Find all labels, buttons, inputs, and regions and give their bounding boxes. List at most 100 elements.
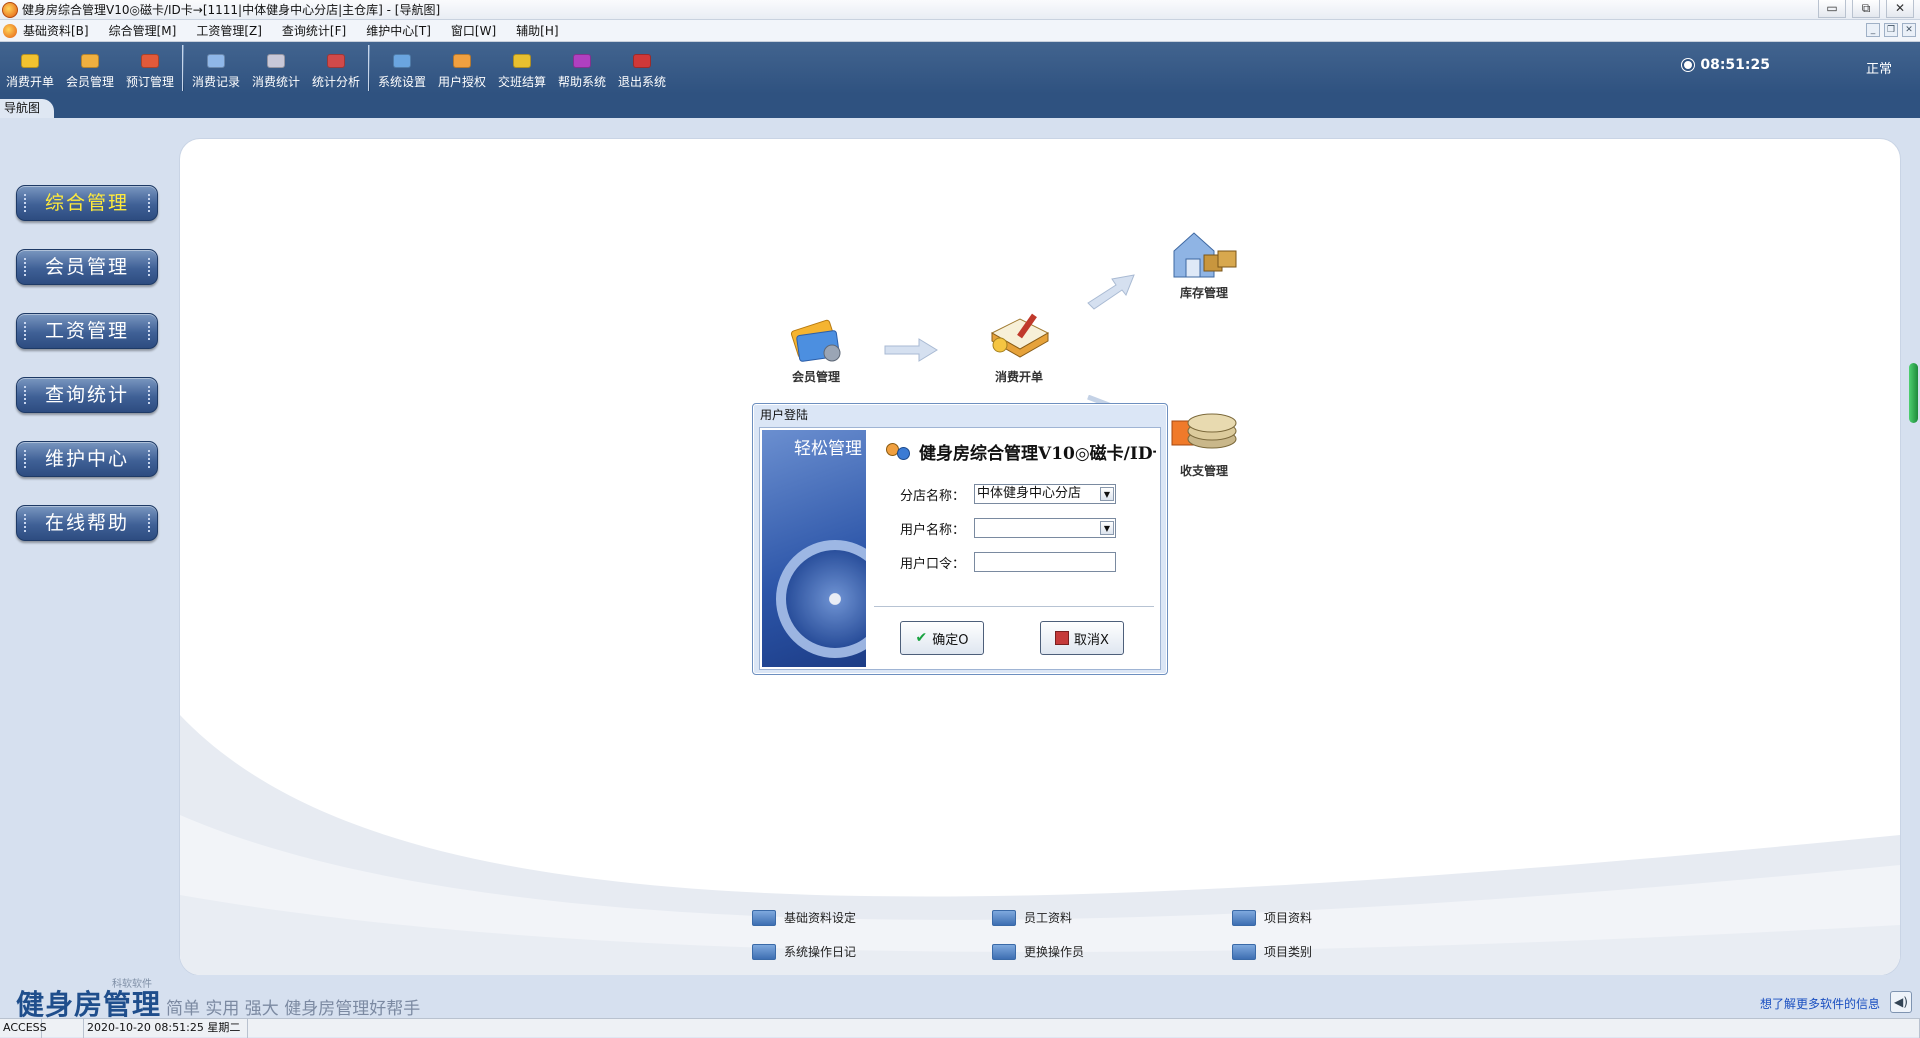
cancel-button[interactable]: 取消X [1040,621,1124,655]
link-item-data[interactable]: 项目资料 [1232,909,1312,926]
settlement-icon [513,54,531,68]
flow-label: 消费开单 [994,370,1043,384]
menu-general-management[interactable]: 综合管理[M] [109,22,177,39]
coins-icon [1171,413,1237,449]
toolbar-reservation-management[interactable]: 预订管理 [120,46,180,94]
tab-navigation-map[interactable]: 导航图 [0,99,55,118]
toolbar-label: 消费统计 [251,75,300,89]
nav-general-management[interactable]: 综合管理 [16,185,158,221]
branch-row: 分店名称： 中体健身中心分店 ▼ [900,484,1116,504]
flow-member-management[interactable]: 会员管理 [781,315,851,385]
mdi-close-button[interactable]: ✕ [1902,23,1916,37]
link-label: 项目类别 [1264,945,1313,959]
link-change-operator[interactable]: 更换操作员 [992,943,1084,960]
analysis-icon [327,54,345,68]
minimize-button[interactable]: ▭ [1818,0,1846,18]
mdi-minimize-button[interactable]: _ [1866,23,1880,37]
link-item-category[interactable]: 项目类别 [1232,943,1312,960]
toolbar-label: 统计分析 [311,75,360,89]
toolbar-label: 系统设置 [377,75,426,89]
table-icon [1232,909,1256,926]
clock: 08:51:25 [1682,57,1770,73]
toolbar-label: 帮助系统 [557,75,606,89]
system-menu-icon[interactable] [3,23,17,38]
user-key-icon [453,54,471,68]
flow-finance-management[interactable]: 收支管理 [1166,405,1242,479]
maximize-button[interactable]: ⧉ [1852,0,1880,18]
nav-maintenance-center[interactable]: 维护中心 [16,441,158,477]
member-icon [81,54,99,68]
menu-help[interactable]: 辅助[H] [516,22,558,39]
status-datetime: 2020-10-20 08:51:25 星期二 [84,1019,248,1038]
link-staff-data[interactable]: 员工资料 [992,909,1072,926]
ok-button[interactable]: ✔ 确定O [900,621,984,655]
mdi-controls: _ ❐ ✕ [1866,23,1916,37]
nav-query-statistics[interactable]: 查询统计 [16,377,158,413]
link-label: 更换操作员 [1024,945,1085,959]
toolbar-exit-system[interactable]: 退出系统 [612,46,672,94]
toolbar-consume-order[interactable]: 消费开单 [0,46,60,94]
menu-salary-management[interactable]: 工资管理[Z] [196,22,262,39]
warehouse-icon [1173,232,1237,278]
side-scroll-thumb[interactable] [1909,363,1918,423]
toolbar-member-management[interactable]: 会员管理 [60,46,120,94]
mdi-restore-button[interactable]: ❐ [1884,23,1898,37]
menu-maintenance-center[interactable]: 维护中心[T] [366,22,431,39]
toolbar-label: 交班结算 [497,75,546,89]
link-basic-settings[interactable]: 基础资料设定 [752,909,856,926]
nav-salary-management[interactable]: 工资管理 [16,313,158,349]
user-select[interactable]: ▼ [974,518,1116,538]
toolbar-statistical-analysis[interactable]: 统计分析 [306,46,366,94]
cancel-icon [1055,631,1070,645]
toolbar-user-authorization[interactable]: 用户授权 [432,46,492,94]
toolbar-consume-statistics[interactable]: 消费统计 [246,46,306,94]
toolbar-label: 退出系统 [617,75,666,89]
status-normal: 正常 [1865,62,1892,77]
brand-subtext: 科软软件 [112,979,152,990]
toolbar-system-settings[interactable]: 系统设置 [372,46,432,94]
toolbar-shift-settlement[interactable]: 交班结算 [492,46,552,94]
nav-online-help[interactable]: 在线帮助 [16,505,158,541]
toolbar-consume-records[interactable]: 消费记录 [186,46,246,94]
users-icon [886,441,912,463]
order-ledger-icon [990,313,1050,358]
dialog-title: 用户登陆 [760,408,809,422]
branch-value: 中体健身中心分店 [977,486,1082,501]
decorative-swoosh [180,715,1900,975]
clock-icon [1682,59,1695,71]
password-field[interactable] [974,552,1116,572]
toolbar-separator [182,45,184,91]
chevron-down-icon: ▼ [1100,521,1114,535]
toolbar-label: 预订管理 [125,75,174,89]
compass-icon [776,540,866,658]
flow-label: 收支管理 [1179,464,1228,478]
password-row: 用户口令： [900,552,1116,572]
branch-select[interactable]: 中体健身中心分店 ▼ [974,484,1116,504]
link-label: 员工资料 [1024,911,1073,925]
window-controls: ▭ ⧉ ✕ [1818,0,1914,18]
dialog-side-image: 轻松管理 [762,430,866,667]
table-icon [992,943,1016,960]
login-dialog: 用户登陆 轻松管理 健身房综合管理V10◎磁卡/ID卡 分店名称： 中体健身中心… [752,403,1168,675]
flow-consume-order[interactable]: 消费开单 [984,311,1054,385]
speaker-icon[interactable]: ◀) [1890,991,1912,1013]
menu-query-statistics[interactable]: 查询统计[F] [282,22,346,39]
link-operation-log[interactable]: 系统操作日记 [752,943,856,960]
close-button[interactable]: ✕ [1886,0,1914,18]
more-info-link[interactable]: 想了解更多软件的信息 [1760,995,1880,1012]
toolbar-help-system[interactable]: 帮助系统 [552,46,612,94]
toolbar-label: 用户授权 [437,75,486,89]
table-icon [752,909,776,926]
menu-basic-data[interactable]: 基础资料[B] [23,22,89,39]
toolbar-label: 消费记录 [191,75,240,89]
dialog-body: 轻松管理 健身房综合管理V10◎磁卡/ID卡 分店名称： 中体健身中心分店 ▼ 用… [759,427,1161,670]
flow-stock-management[interactable]: 库存管理 [1166,227,1242,301]
menu-window[interactable]: 窗口[W] [451,22,496,39]
status-message [248,1019,1920,1038]
status-empty [42,1019,84,1038]
nav-member-management[interactable]: 会员管理 [16,249,158,285]
left-navigation: 综合管理 会员管理 工资管理 查询统计 维护中心 在线帮助 [16,185,160,569]
toolbar-label: 会员管理 [65,75,114,89]
status-db: ACCESS [0,1019,47,1038]
branch-label: 分店名称： [900,488,966,504]
